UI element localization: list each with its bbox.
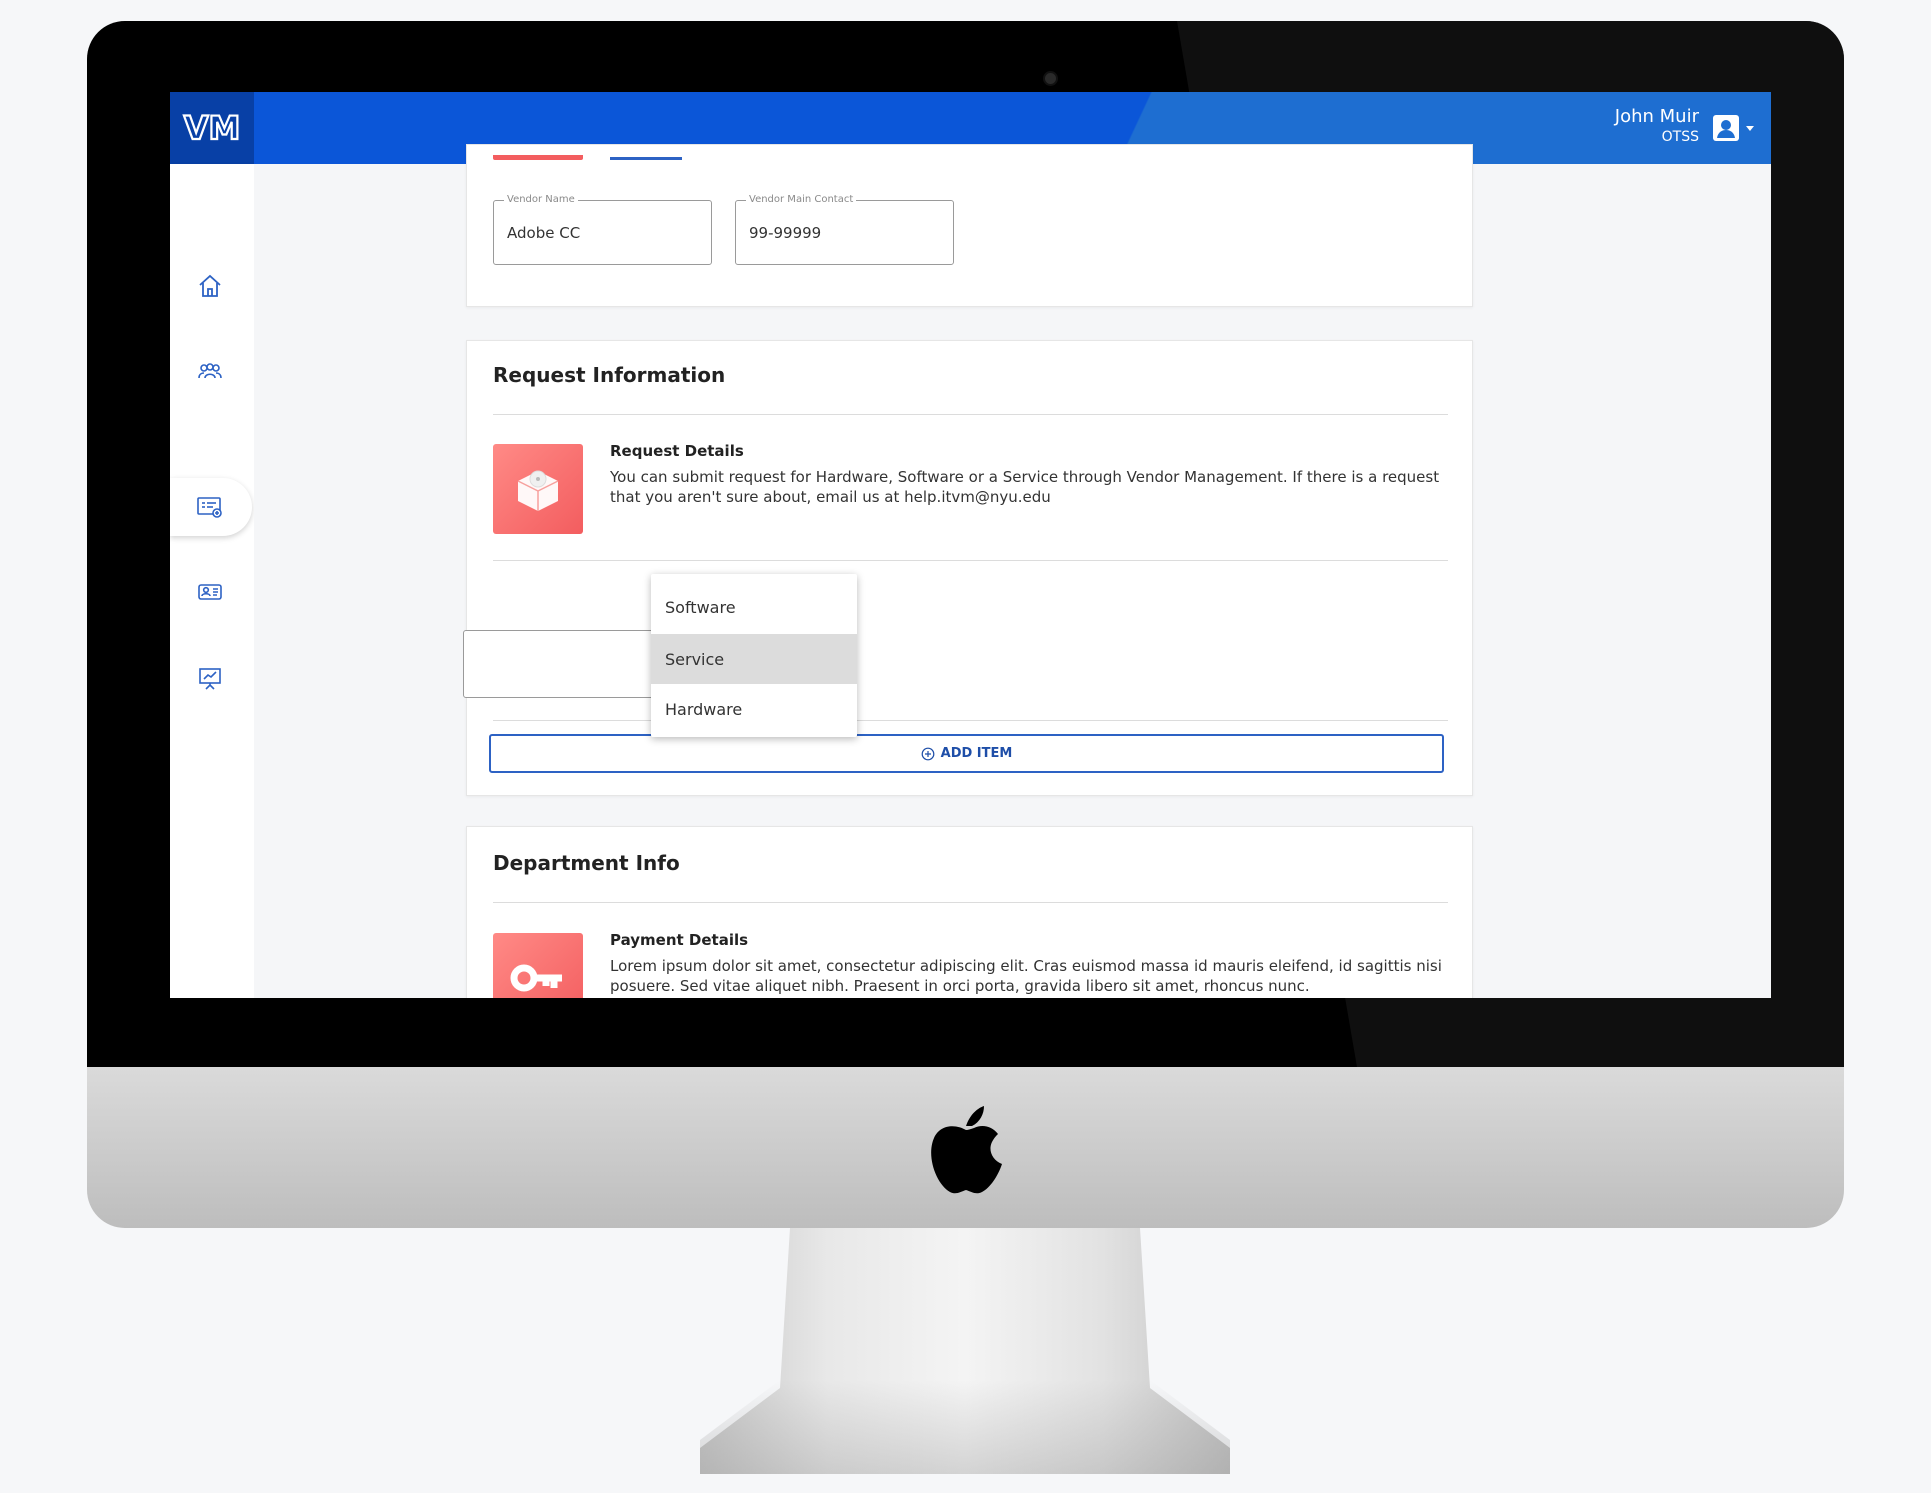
request-type-dropdown: Software Service Hardware: [651, 574, 857, 737]
request-info-title: Request Information: [493, 363, 726, 387]
sidebar: [170, 164, 254, 998]
svg-text:VM: VM: [184, 109, 241, 147]
request-divider-top: [493, 414, 1448, 415]
imac-stand-shade: [700, 1380, 1230, 1474]
request-divider-bottom: [493, 720, 1448, 721]
home-icon: [199, 274, 221, 297]
sidebar-item-requests[interactable]: [188, 485, 232, 529]
presentation-chart-icon: [199, 668, 221, 690]
screen: VM John Muir OTSS Vendor Name Adobe CC V…: [170, 92, 1771, 998]
vendor-tile-edge: [493, 155, 583, 160]
vendor-tab-underline: [610, 157, 682, 160]
request-details-text: You can submit request for Hardware, Sof…: [610, 468, 1440, 506]
vendor-name-value: Adobe CC: [507, 224, 581, 242]
department-divider: [493, 902, 1448, 903]
account-box-icon: [1713, 115, 1739, 141]
dropdown-option-software[interactable]: Software: [651, 582, 857, 632]
sidebar-item-contacts[interactable]: [188, 570, 232, 614]
department-info-card: Department Info Payment Details Lorem ip…: [466, 826, 1473, 998]
app-logo[interactable]: VM: [170, 92, 254, 164]
payment-details-text: Lorem ipsum dolor sit amet, consectetur …: [610, 957, 1442, 995]
vendor-contact-label: Vendor Main Contact: [746, 194, 857, 205]
dropdown-option-hardware[interactable]: Hardware: [651, 684, 857, 734]
user-org: OTSS: [1661, 129, 1699, 145]
people-group-icon: [198, 363, 222, 379]
apple-logo-icon: [931, 1106, 1002, 1194]
request-divider-middle: [493, 560, 1448, 561]
request-details-heading: Request Details: [610, 442, 744, 460]
vendor-name-field[interactable]: Vendor Name Adobe CC: [493, 194, 712, 265]
add-item-label: ADD ITEM: [940, 746, 1013, 761]
software-box-icon: [517, 470, 559, 511]
sidebar-item-home[interactable]: [188, 264, 232, 308]
payment-details-heading: Payment Details: [610, 931, 749, 949]
camera: [1043, 71, 1058, 86]
request-info-card: Request Information Request Details You …: [463, 340, 1473, 796]
request-form-icon: [197, 497, 222, 518]
key-icon: [510, 964, 562, 992]
vendor-name-label: Vendor Name: [504, 194, 578, 205]
user-info[interactable]: John Muir OTSS: [1615, 106, 1699, 146]
payment-details-tile: [493, 933, 583, 998]
vendor-card: Vendor Name Adobe CC Vendor Main Contact…: [466, 144, 1473, 307]
vendor-contact-value: 99-99999: [749, 224, 822, 242]
main-content: Vendor Name Adobe CC Vendor Main Contact…: [254, 144, 1771, 998]
user-menu-button[interactable]: [1711, 112, 1757, 144]
add-item-button[interactable]: ADD ITEM: [489, 734, 1444, 773]
contact-card-icon: [198, 584, 222, 600]
plus-circle-icon: [921, 747, 935, 760]
request-details-tile: [493, 444, 583, 534]
dropdown-option-service[interactable]: Service: [651, 634, 857, 684]
vendor-contact-field[interactable]: Vendor Main Contact 99-99999: [735, 194, 954, 265]
department-info-title: Department Info: [493, 851, 680, 875]
sidebar-item-reports[interactable]: [188, 656, 232, 700]
user-name: John Muir: [1614, 106, 1699, 127]
caret-down-icon: [1746, 126, 1754, 131]
vm-logo-icon: VM: [183, 108, 242, 148]
sidebar-item-vendors[interactable]: [188, 350, 232, 394]
